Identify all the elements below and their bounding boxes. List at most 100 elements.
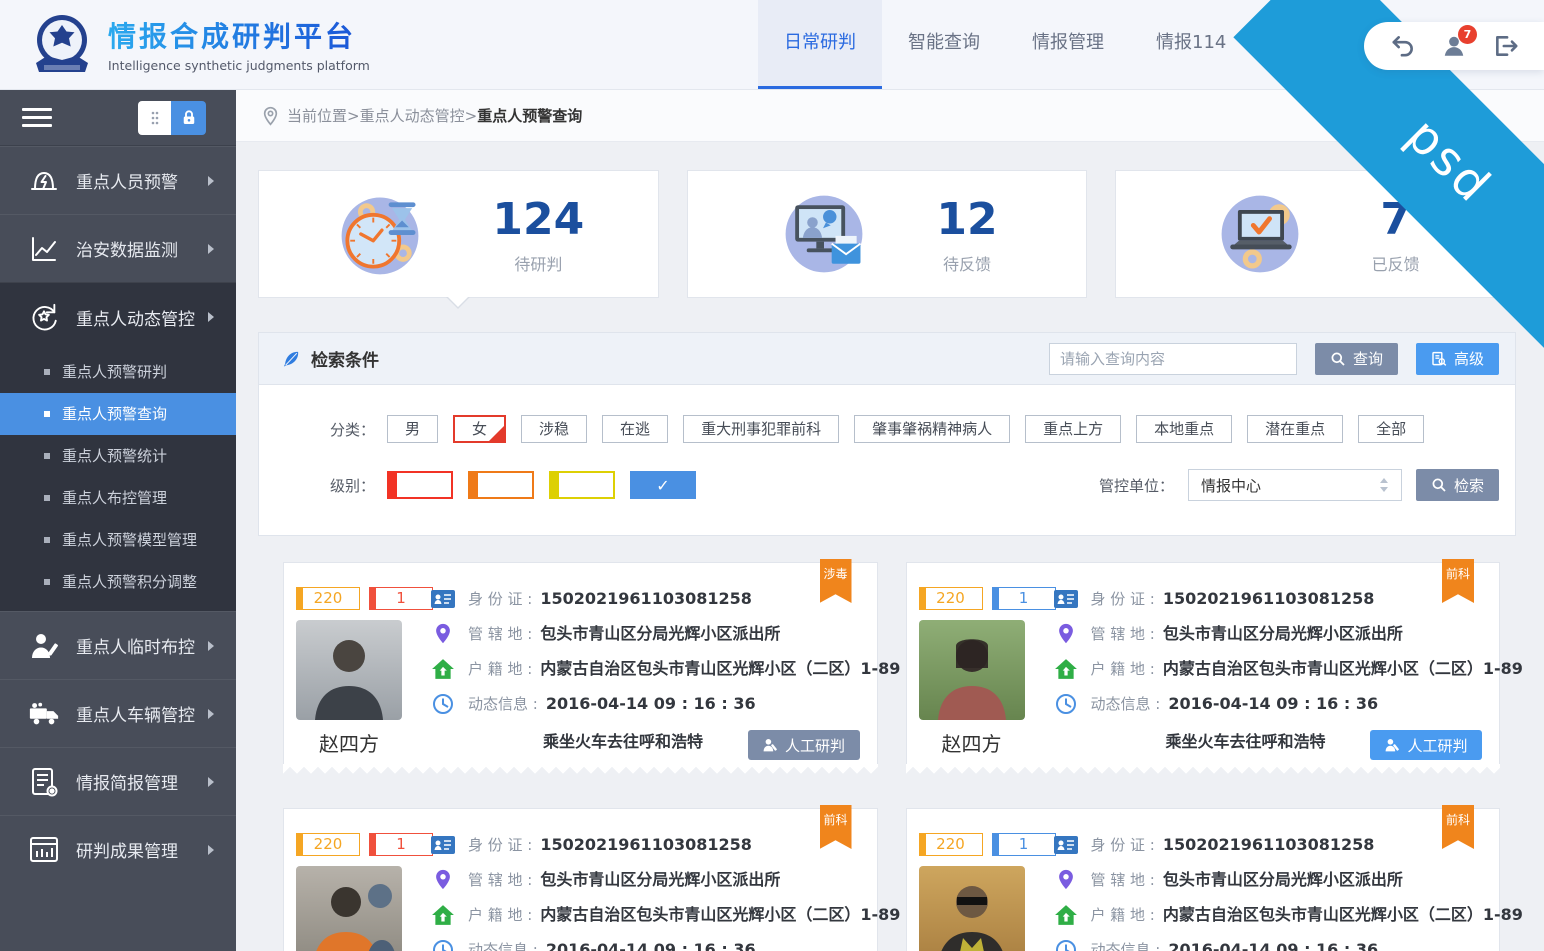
control-unit-group: 管控单位： 情报中心 检索 xyxy=(1099,469,1499,501)
clock-icon xyxy=(431,939,455,951)
score-badge: 220 xyxy=(919,587,983,610)
breadcrumb-separator: > xyxy=(465,107,478,125)
level-chip-orange[interactable] xyxy=(468,471,534,499)
sidebar-item-label: 重点人车辆管控 xyxy=(76,701,195,726)
sidebar-subitem-model-management[interactable]: 重点人预警模型管理 xyxy=(0,519,236,561)
person-silhouette xyxy=(919,620,1025,720)
person-judge-icon xyxy=(1384,737,1400,753)
sidebar-item-briefing[interactable]: 情报简报管理 xyxy=(0,747,236,815)
jurisdiction-row: 管 辖 地 : 包头市青山区分局光辉小区派出所 xyxy=(431,869,862,891)
logout-icon[interactable] xyxy=(1493,33,1519,59)
advanced-button[interactable]: 高级 xyxy=(1416,343,1499,375)
tab-intel-114[interactable]: 情报114 xyxy=(1130,0,1252,89)
person-name: 赵四方 xyxy=(296,728,402,757)
app-title: 情报合成研判平台 xyxy=(108,15,370,55)
residence-row: 户 籍 地 : 内蒙古自治区包头市青山区光辉小区（二区）1-89 xyxy=(431,904,862,926)
search-input[interactable] xyxy=(1049,343,1297,375)
category-chip-potential-key[interactable]: 潜在重点 xyxy=(1247,415,1343,443)
category-chip-all[interactable]: 全部 xyxy=(1358,415,1424,443)
jurisdiction-row: 管 辖 地 : 包头市青山区分局光辉小区派出所 xyxy=(431,623,862,645)
person-silhouette xyxy=(919,866,1025,951)
tab-daily-judgment[interactable]: 日常研判 xyxy=(758,0,882,89)
home-icon xyxy=(431,904,455,926)
category-chip-fugitive[interactable]: 在逃 xyxy=(602,415,668,443)
stat-cards: 124 待研判 1 xyxy=(258,170,1516,298)
id-row: 身 份 证 : 1502021961103081258 xyxy=(431,834,862,856)
location-icon xyxy=(431,869,455,891)
user-actions: 7 xyxy=(1364,22,1544,70)
residence-row: 户 籍 地 : 内蒙古自治区包头市青山区光辉小区（二区）1-89 xyxy=(1054,658,1485,680)
level-badge: 1 xyxy=(992,833,1056,856)
tab-intel-management[interactable]: 情报管理 xyxy=(1006,0,1130,89)
stat-card-awaiting-feedback[interactable]: 12 待反馈 xyxy=(687,170,1088,298)
clock-icon xyxy=(1054,939,1078,951)
search-panel-actions: 查询 高级 xyxy=(1049,343,1499,375)
sidebar-item-temp-control[interactable]: 重点人临时布控 xyxy=(0,611,236,679)
sidebar-subitem-alert-query[interactable]: 重点人预警查询 xyxy=(0,393,236,435)
sidebar-subitem-alert-stats[interactable]: 重点人预警统计 xyxy=(0,435,236,477)
logo-text: 情报合成研判平台 Intelligence synthetic judgment… xyxy=(108,15,370,73)
police-badge-icon xyxy=(30,11,94,77)
stat-card-pending[interactable]: 124 待研判 xyxy=(258,170,659,298)
manual-judgment-button[interactable]: 人工研判 xyxy=(1370,730,1482,760)
hamburger-icon[interactable] xyxy=(22,103,52,132)
level-chip-red[interactable] xyxy=(387,471,453,499)
level-chip-blue-checked[interactable] xyxy=(630,471,696,499)
category-chip-key-petition[interactable]: 重点上方 xyxy=(1025,415,1121,443)
level-chip-yellow[interactable] xyxy=(549,471,615,499)
category-chip-stability[interactable]: 涉稳 xyxy=(521,415,587,443)
truck-icon xyxy=(28,698,60,730)
category-chip-female[interactable]: 女 xyxy=(453,415,506,443)
sidebar-subitem-score-adjust[interactable]: 重点人预警积分调整 xyxy=(0,561,236,603)
user-icon[interactable]: 7 xyxy=(1441,33,1467,59)
category-chip-male[interactable]: 男 xyxy=(387,415,438,443)
person-judge-icon xyxy=(762,737,778,753)
person-photo[interactable] xyxy=(296,620,402,720)
search-panel-title: 检索条件 xyxy=(311,346,379,371)
breadcrumb-parent[interactable]: 重点人动态管控 xyxy=(360,105,465,126)
person-edit-icon xyxy=(28,630,60,662)
person-photo[interactable] xyxy=(919,620,1025,720)
control-unit-value: 情报中心 xyxy=(1201,475,1261,496)
tab-smart-query[interactable]: 智能查询 xyxy=(882,0,1006,89)
level-filter-row: 级别： 管控单位： 情报中心 xyxy=(259,469,1515,501)
sidebar-lock-toggle[interactable] xyxy=(138,101,206,135)
control-unit-select[interactable]: 情报中心 xyxy=(1188,469,1402,501)
category-chip-criminal-record[interactable]: 重大刑事犯罪前科 xyxy=(683,415,839,443)
category-label: 分类： xyxy=(259,419,375,440)
score-badge: 220 xyxy=(296,587,360,610)
line-chart-icon xyxy=(28,233,60,265)
sidebar-item-person-alert[interactable]: 重点人员预警 xyxy=(0,146,236,214)
sidebar-item-dynamic-control[interactable]: 重点人动态管控 xyxy=(0,283,236,351)
chevron-right-icon xyxy=(208,777,214,787)
retrieve-button[interactable]: 检索 xyxy=(1416,469,1499,501)
query-button[interactable]: 查询 xyxy=(1315,343,1398,375)
undo-icon[interactable] xyxy=(1390,33,1416,59)
residence-row: 户 籍 地 : 内蒙古自治区包头市青山区光辉小区（二区）1-89 xyxy=(1054,904,1485,926)
home-icon xyxy=(1054,904,1078,926)
lock-icon[interactable] xyxy=(171,101,206,135)
person-photo[interactable] xyxy=(296,866,402,951)
location-pin-icon xyxy=(262,106,279,126)
sidebar-subitem-alert-judgment[interactable]: 重点人预警研判 xyxy=(0,351,236,393)
manual-judgment-button[interactable]: 人工研判 xyxy=(748,730,860,760)
sidebar-item-label: 重点人员预警 xyxy=(76,168,178,193)
sidebar-item-security-data[interactable]: 治安数据监测 xyxy=(0,214,236,282)
stat-value: 12 xyxy=(936,194,997,245)
sort-arrows-icon xyxy=(1379,477,1389,493)
search-icon xyxy=(1431,477,1447,493)
category-chip-local-key[interactable]: 本地重点 xyxy=(1136,415,1232,443)
grip-icon[interactable] xyxy=(138,101,171,135)
sidebar-subitem-control-management[interactable]: 重点人布控管理 xyxy=(0,477,236,519)
sidebar-item-vehicle-control[interactable]: 重点人车辆管控 xyxy=(0,679,236,747)
sidebar: 重点人员预警 治安数据监测 重点人动态管控 xyxy=(0,90,236,951)
person-photo[interactable] xyxy=(919,866,1025,951)
dynamic-info-row: 动态信息 : 2016-04-14 09 : 16 : 36 xyxy=(431,693,862,715)
score-badge: 220 xyxy=(296,833,360,856)
search-panel: 检索条件 查询 高级 xyxy=(258,332,1516,536)
sidebar-item-label: 研判成果管理 xyxy=(76,837,178,862)
home-icon xyxy=(431,658,455,680)
sidebar-item-results[interactable]: 研判成果管理 xyxy=(0,815,236,883)
control-unit-label: 管控单位： xyxy=(1099,475,1174,496)
category-chip-mental[interactable]: 肇事肇祸精神病人 xyxy=(854,415,1010,443)
